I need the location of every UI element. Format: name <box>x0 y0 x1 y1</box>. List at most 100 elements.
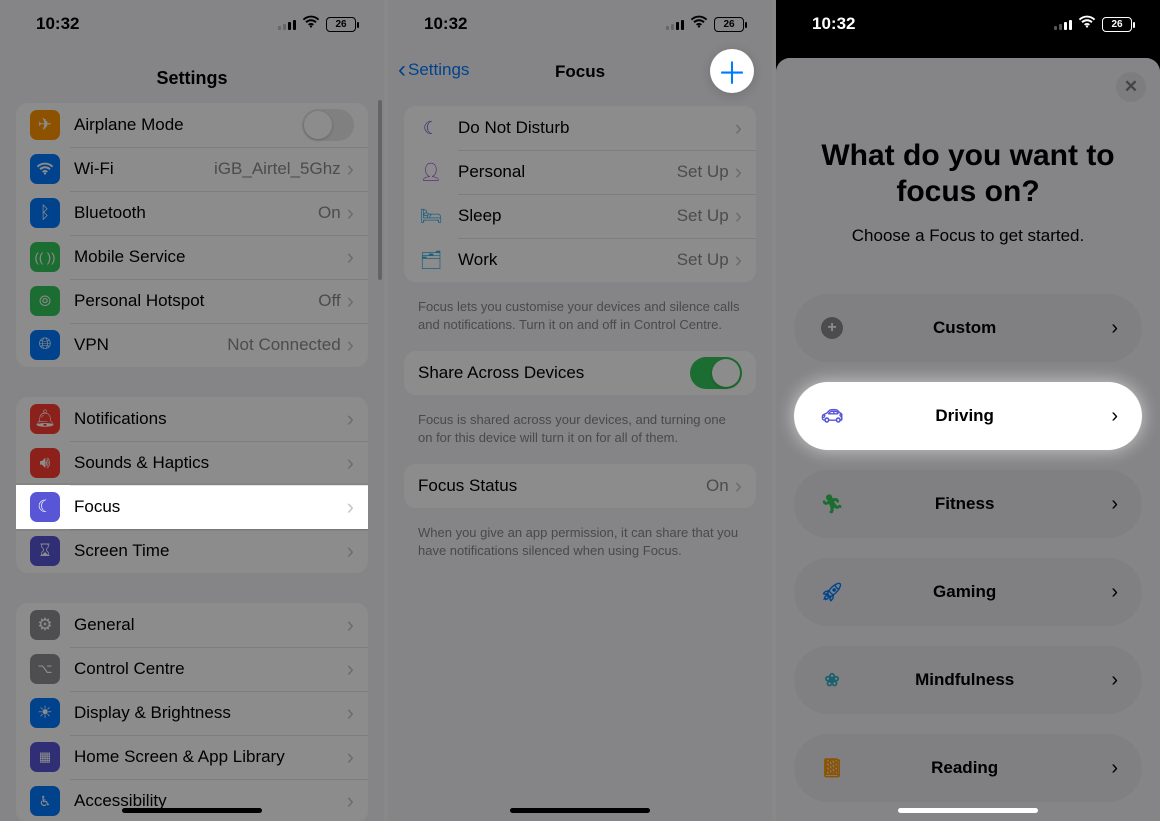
signal-icon <box>278 18 296 30</box>
focus-footer-1: Focus lets you customise your devices an… <box>388 290 772 351</box>
row-airplane[interactable]: ✈ Airplane Mode <box>16 103 368 147</box>
gear-icon: ⚙︎ <box>30 610 60 640</box>
chevron-right-icon: › <box>735 475 742 497</box>
row-bluetooth[interactable]: ᛒ Bluetooth On › <box>16 191 368 235</box>
row-notifications[interactable]: 🔔︎ Notifications › <box>16 397 368 441</box>
chevron-right-icon: › <box>347 702 354 724</box>
chevron-right-icon: › <box>735 205 742 227</box>
settings-group-general: ⚙︎ General › ⌥ Control Centre › ☀︎ Displ… <box>16 603 368 821</box>
close-icon: ✕ <box>1124 77 1138 97</box>
status-group: Focus Status On › <box>404 464 756 508</box>
chevron-right-icon: › <box>347 790 354 812</box>
row-share-devices[interactable]: Share Across Devices <box>404 351 756 395</box>
chevron-right-icon: › <box>347 614 354 636</box>
scroll-thumb[interactable] <box>378 100 382 280</box>
settings-group-attention: 🔔︎ Notifications › 🔊︎ Sounds & Haptics ›… <box>16 397 368 573</box>
accessibility-icon: ♿︎ <box>30 786 60 816</box>
row-personal[interactable]: 👤︎ Personal Set Up › <box>404 150 756 194</box>
sheet-heading: What do you want to focus on? <box>776 138 1160 226</box>
add-focus-button[interactable]: ＋ <box>710 49 754 93</box>
bell-icon: 🔔︎ <box>30 404 60 434</box>
chevron-right-icon: › <box>1111 757 1118 780</box>
person-icon: 👤︎ <box>418 162 444 183</box>
moon-icon: ☾ <box>418 118 444 139</box>
chevron-right-icon: › <box>347 408 354 430</box>
signal-icon <box>666 18 684 30</box>
chevron-right-icon: › <box>735 117 742 139</box>
row-accessibility[interactable]: ♿︎ Accessibility › <box>16 779 368 821</box>
row-wifi[interactable]: Wi-Fi iGB_Airtel_5Ghz › <box>16 147 368 191</box>
option-fitness[interactable]: 🏃︎ Fitness › <box>794 470 1142 538</box>
settings-group-connectivity: ✈ Airplane Mode Wi-Fi iGB_Airtel_5Ghz › … <box>16 103 368 367</box>
chevron-right-icon: › <box>735 249 742 271</box>
battery-icon: 26 <box>714 17 744 32</box>
wifi-setting-icon <box>30 154 60 184</box>
status-time: 10:32 <box>36 14 79 34</box>
back-button[interactable]: ‹ Settings <box>398 56 469 84</box>
row-work[interactable]: 🗂︎ Work Set Up › <box>404 238 756 282</box>
airplane-toggle[interactable] <box>302 109 354 141</box>
chevron-right-icon: › <box>347 334 354 356</box>
wifi-icon <box>1078 14 1096 34</box>
battery-icon: 26 <box>1102 17 1132 32</box>
row-general[interactable]: ⚙︎ General › <box>16 603 368 647</box>
airplane-icon: ✈ <box>30 110 60 140</box>
screen-focus-picker: 10:32 26 ✕ What do you want to focus on?… <box>776 0 1160 821</box>
close-button[interactable]: ✕ <box>1116 72 1146 102</box>
option-custom[interactable]: + Custom › <box>794 294 1142 362</box>
option-driving[interactable]: 🚗︎ Driving › <box>794 382 1142 450</box>
option-gaming[interactable]: 🚀︎ Gaming › <box>794 558 1142 626</box>
chevron-right-icon: › <box>1111 669 1118 692</box>
wifi-icon <box>302 14 320 34</box>
row-display[interactable]: ☀︎ Display & Brightness › <box>16 691 368 735</box>
chevron-right-icon: › <box>347 746 354 768</box>
home-indicator[interactable] <box>122 808 262 813</box>
globe-icon: 🌐︎ <box>30 330 60 360</box>
home-indicator[interactable] <box>510 808 650 813</box>
status-bar: 10:32 26 <box>0 0 384 48</box>
share-toggle[interactable] <box>690 357 742 389</box>
row-sounds[interactable]: 🔊︎ Sounds & Haptics › <box>16 441 368 485</box>
page-title: Settings <box>0 48 384 103</box>
chevron-right-icon: › <box>347 540 354 562</box>
row-sleep[interactable]: 🛏︎ Sleep Set Up › <box>404 194 756 238</box>
focus-footer-3: When you give an app permission, it can … <box>388 516 772 577</box>
screen-focus-list: 10:32 26 ‹ Settings Focus ＋ ☾ Do Not Dis… <box>388 0 772 821</box>
row-control-centre[interactable]: ⌥ Control Centre › <box>16 647 368 691</box>
chevron-right-icon: › <box>1111 581 1118 604</box>
battery-icon: 26 <box>326 17 356 32</box>
chevron-right-icon: › <box>347 158 354 180</box>
status-bar: 10:32 26 <box>776 0 1160 48</box>
chevron-right-icon: › <box>1111 317 1118 340</box>
status-time: 10:32 <box>812 14 855 34</box>
row-focus-status[interactable]: Focus Status On › <box>404 464 756 508</box>
row-home-screen[interactable]: ▦ Home Screen & App Library › <box>16 735 368 779</box>
slider-icon: ⌥ <box>30 654 60 684</box>
hotspot-icon: ⦾ <box>30 286 60 316</box>
row-screentime[interactable]: ⌛︎ Screen Time › <box>16 529 368 573</box>
focus-list-group: ☾ Do Not Disturb › 👤︎ Personal Set Up › … <box>404 106 756 282</box>
wifi-icon <box>690 14 708 34</box>
row-mobile[interactable]: (( )) Mobile Service › <box>16 235 368 279</box>
screen-settings: 10:32 26 Settings ✈ Airplane Mode Wi-Fi … <box>0 0 384 821</box>
status-time: 10:32 <box>424 14 467 34</box>
antenna-icon: (( )) <box>30 242 60 272</box>
home-indicator[interactable] <box>898 808 1038 813</box>
chevron-right-icon: › <box>1111 493 1118 516</box>
moon-icon: ☾ <box>30 492 60 522</box>
chevron-right-icon: › <box>347 496 354 518</box>
option-reading[interactable]: 📙︎ Reading › <box>794 734 1142 802</box>
bluetooth-icon: ᛒ <box>30 198 60 228</box>
status-bar: 10:32 26 <box>388 0 772 48</box>
focus-picker-sheet: ✕ What do you want to focus on? Choose a… <box>776 58 1160 821</box>
briefcase-icon: 🗂︎ <box>418 250 444 271</box>
row-dnd[interactable]: ☾ Do Not Disturb › <box>404 106 756 150</box>
apps-icon: ▦ <box>30 742 60 772</box>
row-focus[interactable]: ☾ Focus › <box>16 485 368 529</box>
chevron-right-icon: › <box>347 202 354 224</box>
row-vpn[interactable]: 🌐︎ VPN Not Connected › <box>16 323 368 367</box>
option-mindfulness[interactable]: ❀ Mindfulness › <box>794 646 1142 714</box>
row-hotspot[interactable]: ⦾ Personal Hotspot Off › <box>16 279 368 323</box>
speaker-icon: 🔊︎ <box>30 448 60 478</box>
nav-title: Focus <box>555 62 605 82</box>
